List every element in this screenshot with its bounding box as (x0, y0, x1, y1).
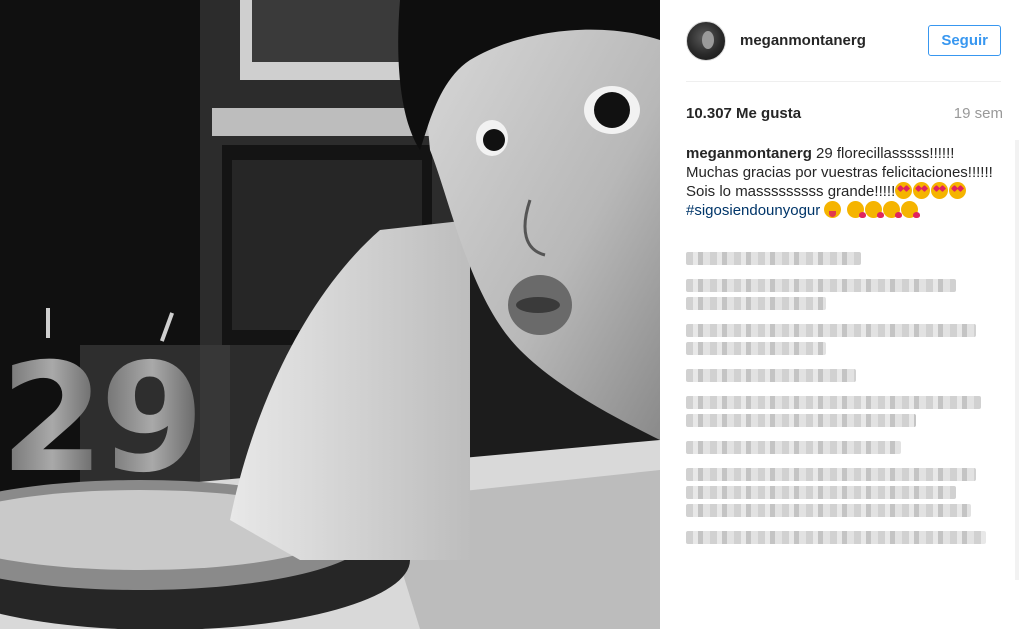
comment-line (686, 531, 986, 544)
comments-scrollbar[interactable] (1015, 140, 1019, 580)
comment-line (686, 414, 916, 427)
avatar-face (702, 30, 714, 49)
heart-eyes-emoji-icon (913, 182, 931, 199)
comment-line (686, 441, 901, 454)
comment-line (686, 504, 971, 517)
follow-button[interactable]: Seguir (928, 25, 1001, 56)
comment-line (686, 486, 956, 499)
caption-username[interactable]: meganmontanerg (686, 145, 812, 162)
photo-content: 2 9 (0, 0, 660, 629)
post-caption: meganmontanerg 29 florecillasssss!!!!!! … (686, 144, 1001, 220)
kiss-emoji-icon (864, 201, 884, 218)
username-link[interactable]: meganmontanerg (740, 32, 928, 49)
comment-line (686, 324, 976, 337)
kiss-emoji-icon (882, 201, 902, 218)
kiss-emoji-icon (846, 201, 866, 218)
heart-eyes-emoji-icon (931, 182, 949, 199)
heart-eyes-emoji-icon (949, 182, 967, 199)
comment-line (686, 342, 826, 355)
comment-line (686, 369, 856, 382)
likes-count[interactable]: 10.307 Me gusta (686, 105, 801, 122)
post-photo[interactable]: 2 9 (0, 0, 660, 629)
post-details-panel: meganmontanerg Seguir 10.307 Me gusta 19… (660, 0, 1019, 629)
avatar[interactable] (686, 20, 726, 61)
svg-text:9: 9 (100, 332, 204, 506)
comments-list-blurred (686, 252, 986, 549)
heart-eyes-emoji-icon (895, 182, 913, 199)
hashtag-link[interactable]: #sigosiendounyogur (686, 202, 820, 219)
comment-line (686, 252, 861, 265)
comment-line (686, 279, 956, 292)
post-header: meganmontanerg Seguir (686, 0, 1001, 82)
tongue-emoji-icon (824, 201, 842, 218)
comment-line (686, 468, 976, 481)
post-time[interactable]: 19 sem (954, 105, 1003, 122)
comment-line (686, 297, 826, 310)
kiss-emoji-icon (900, 201, 920, 218)
comment-line (686, 396, 981, 409)
svg-text:2: 2 (0, 332, 104, 506)
post-stats: 10.307 Me gusta 19 sem (686, 82, 1003, 144)
